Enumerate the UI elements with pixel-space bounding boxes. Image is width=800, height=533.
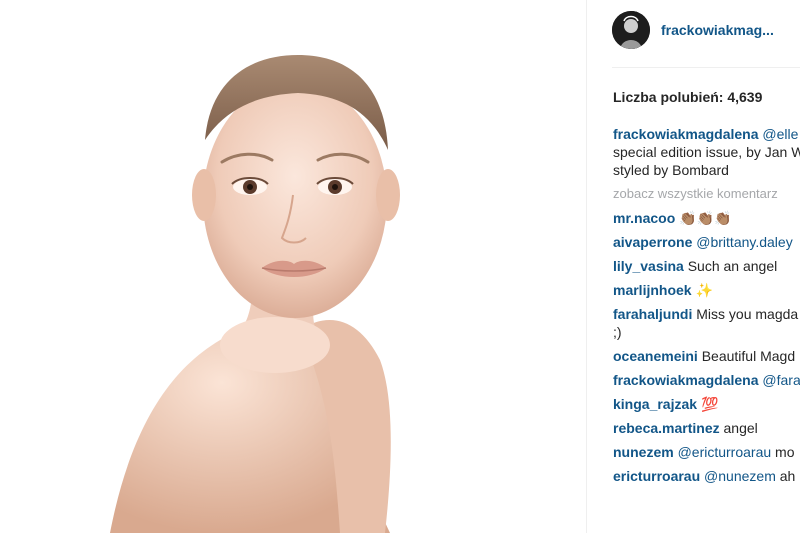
portrait-illustration	[0, 0, 586, 533]
comment-username[interactable]: mr.nacoo	[613, 210, 675, 226]
comment-item: farahaljundi Miss you magda Costa Rica ;…	[613, 305, 800, 341]
comment-text: Beautiful Magd	[701, 348, 796, 364]
comment-item: lily_vasina Such an angel	[613, 257, 800, 275]
comment-item: nunezem @ericturroarau mo	[613, 443, 800, 461]
comment-username[interactable]: kinga_rajzak	[613, 396, 697, 412]
comment-text: Such an angel	[687, 258, 778, 274]
post-photo[interactable]	[0, 0, 586, 533]
post-header: frackowiakmag...	[612, 10, 774, 50]
comment-username[interactable]: rebeca.martinez	[613, 420, 720, 436]
comment-text: ah	[779, 468, 796, 484]
comment-item: aivaperrone @brittany.daley	[613, 233, 800, 251]
comment-item: kinga_rajzak 💯	[613, 395, 800, 413]
comment-text: mo	[775, 444, 795, 460]
comment-username[interactable]: aivaperrone	[613, 234, 692, 250]
comment-item: mr.nacoo 👏🏽👏🏽👏🏽	[613, 209, 800, 227]
post-side-panel: frackowiakmag... Liczba polubień: 4,639 …	[587, 0, 800, 533]
profile-avatar[interactable]	[612, 11, 650, 49]
header-separator	[612, 67, 800, 68]
comment-item: rebeca.martinez angel	[613, 419, 800, 437]
comment-mention[interactable]: @ericturroarau	[678, 444, 772, 460]
comment-username[interactable]: frackowiakmagdalena	[613, 372, 759, 388]
sparkles-emoji: ✨	[695, 282, 713, 298]
comment-text: 👏🏽👏🏽👏🏽	[679, 210, 732, 226]
avatar-image	[612, 11, 650, 49]
comment-username[interactable]: nunezem	[613, 444, 674, 460]
post-username[interactable]: frackowiakmag...	[661, 22, 774, 38]
comment-item: marlijnhoek ✨	[613, 281, 800, 299]
comment-username[interactable]: ericturroarau	[613, 468, 700, 484]
comment-mention[interactable]: @brittany.daley	[696, 234, 792, 250]
comments-list: frackowiakmagdalena @elle beauty special…	[613, 125, 800, 491]
hundred-emoji: 💯	[700, 396, 719, 412]
comment-item: oceanemeini Beautiful Magd	[613, 347, 800, 365]
comment-item: frackowiakmagdalena @fara 🌛	[613, 371, 800, 389]
comment-username[interactable]: farahaljundi	[613, 306, 692, 322]
caption-username[interactable]: frackowiakmagdalena	[613, 126, 759, 142]
comment-username[interactable]: lily_vasina	[613, 258, 684, 274]
comment-username[interactable]: oceanemeini	[613, 348, 698, 364]
comment-mention[interactable]: @nunezem	[704, 468, 776, 484]
view-all-comments-link[interactable]: zobacz wszystkie komentarz	[613, 185, 800, 203]
caption-mention[interactable]: @elle	[762, 126, 798, 142]
comment-mention[interactable]: @fara	[762, 372, 800, 388]
likes-count[interactable]: Liczba polubień: 4,639	[613, 89, 762, 105]
comment-item: ericturroarau @nunezem ah	[613, 467, 800, 485]
comment-username[interactable]: marlijnhoek	[613, 282, 692, 298]
caption: frackowiakmagdalena @elle beauty special…	[613, 125, 800, 179]
comment-text: angel	[723, 420, 758, 436]
